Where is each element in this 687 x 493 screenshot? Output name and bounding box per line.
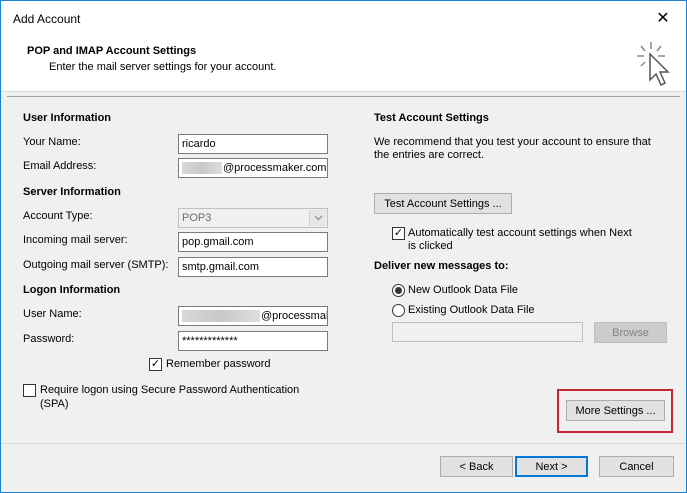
username-label: User Name: [23, 308, 82, 320]
password-label: Password: [23, 333, 75, 345]
redacted-text [182, 310, 260, 323]
spa-label-line2: (SPA) [40, 398, 69, 410]
test-desc-line1: We recommend that you test your account … [374, 136, 651, 148]
account-type-label: Account Type: [23, 210, 93, 222]
next-button[interactable]: Next > [515, 456, 588, 477]
redacted-text [182, 162, 222, 175]
remember-password-label: Remember password [166, 358, 271, 370]
chevron-down-icon [309, 210, 326, 226]
cursor-sparkle-icon [637, 42, 670, 87]
spa-label-line1: Require logon using Secure Password Auth… [40, 384, 300, 396]
existing-data-file-label: Existing Outlook Data File [408, 304, 535, 316]
username-value: @processmal [261, 310, 328, 322]
existing-file-path-input [392, 322, 583, 342]
password-input[interactable]: ************* [178, 331, 328, 351]
browse-button: Browse [594, 322, 667, 343]
header-title: POP and IMAP Account Settings [27, 45, 197, 57]
window-title: Add Account [13, 12, 81, 26]
auto-test-checkbox[interactable]: ✓ [392, 227, 405, 240]
dialog-header: POP and IMAP Account Settings Enter the … [1, 34, 686, 92]
test-settings-heading: Test Account Settings [374, 112, 489, 124]
new-data-file-label: New Outlook Data File [408, 284, 519, 296]
account-type-value: POP3 [182, 212, 212, 224]
back-button[interactable]: < Back [440, 456, 513, 477]
new-data-file-radio[interactable] [392, 284, 405, 297]
username-input[interactable]: @processmal [178, 306, 328, 326]
your-name-label: Your Name: [23, 136, 81, 148]
email-value: @processmaker.com [223, 162, 327, 174]
spa-checkbox[interactable] [23, 384, 36, 397]
remember-password-checkbox[interactable]: ✓ [149, 358, 162, 371]
user-info-heading: User Information [23, 112, 112, 124]
more-settings-button[interactable]: More Settings ... [566, 400, 665, 421]
header-subtitle: Enter the mail server settings for your … [49, 61, 277, 73]
server-info-heading: Server Information [23, 186, 121, 198]
account-type-select: POP3 [178, 208, 328, 228]
incoming-server-label: Incoming mail server: [23, 234, 128, 246]
test-account-settings-button[interactable]: Test Account Settings ... [374, 193, 512, 214]
cancel-button[interactable]: Cancel [599, 456, 674, 477]
footer-separator [1, 443, 686, 444]
logon-info-heading: Logon Information [23, 284, 121, 296]
auto-test-label-line1: Automatically test account settings when… [408, 227, 632, 239]
outgoing-server-label: Outgoing mail server (SMTP): [23, 259, 169, 271]
email-label: Email Address: [23, 160, 97, 172]
test-desc-line2: the entries are correct. [374, 149, 485, 161]
auto-test-label-line2: is clicked [408, 240, 453, 252]
add-account-dialog: Add Account ✕ POP and IMAP Account Setti… [0, 0, 687, 493]
outgoing-server-input[interactable]: smtp.gmail.com [178, 257, 328, 277]
incoming-server-input[interactable]: pop.gmail.com [178, 232, 328, 252]
existing-data-file-radio[interactable] [392, 304, 405, 317]
email-input[interactable]: @processmaker.com [178, 158, 328, 178]
deliver-heading: Deliver new messages to: [374, 260, 509, 272]
your-name-input[interactable]: ricardo [178, 134, 328, 154]
close-icon[interactable]: ✕ [640, 1, 686, 34]
title-bar: Add Account ✕ [1, 1, 686, 34]
